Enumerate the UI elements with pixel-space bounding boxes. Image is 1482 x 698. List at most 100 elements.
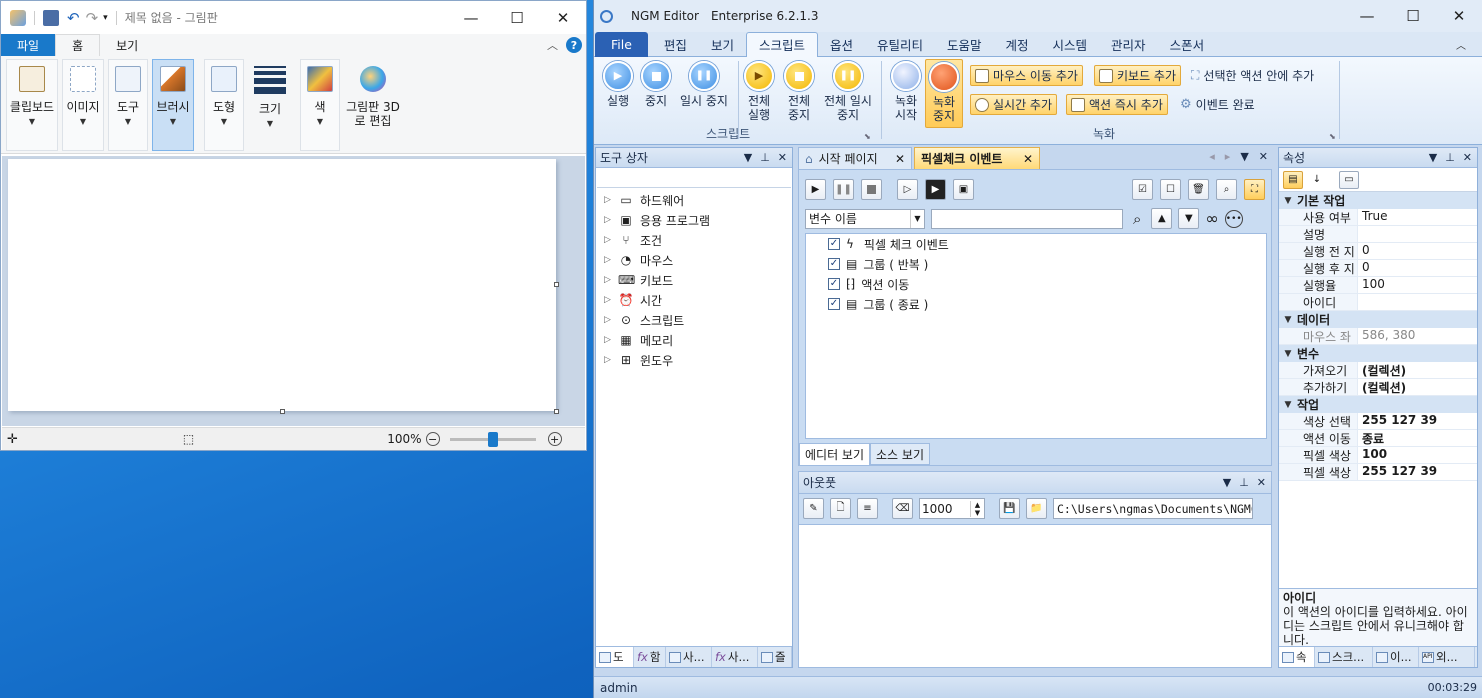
property-pages-icon[interactable]: ▭ [1339, 170, 1359, 189]
sort-alpha-icon[interactable]: ↓ [1307, 171, 1327, 189]
close-icon[interactable]: ✕ [1257, 476, 1266, 489]
more-options-icon[interactable]: ••• [1224, 209, 1243, 228]
property-row[interactable]: 색상 선택 255 127 39 [1279, 413, 1477, 430]
property-row[interactable]: 픽셀 색상 100 [1279, 447, 1477, 464]
toolbox-item-time[interactable]: ▷ ⏰ 시간 [596, 290, 792, 310]
maximize-button[interactable]: ☐ [494, 2, 540, 34]
event-item[interactable]: ✓ ▤ 그룹 ( 종료 ) [806, 294, 1266, 314]
customize-qat-icon[interactable]: ▾ [103, 13, 108, 23]
menu-system[interactable]: 시스템 [1041, 32, 1100, 57]
scroll-left-icon[interactable]: ◂ [1209, 150, 1215, 163]
list-icon[interactable]: ≡ [857, 498, 878, 519]
play-icon[interactable]: ▶ [805, 179, 826, 200]
add-in-selected-button[interactable]: ⛶ 선택한 액션 안에 추가 [1187, 65, 1318, 86]
add-realtime-button[interactable]: 실시간 추가 [970, 94, 1058, 115]
dropdown-icon[interactable]: ▼ [1223, 476, 1231, 489]
property-category[interactable]: ▼ 변수 [1279, 345, 1477, 362]
tab-script-list[interactable]: 스크... [1315, 647, 1373, 667]
menu-sponsor[interactable]: 스폰서 [1158, 32, 1217, 57]
toolbox-item-keyboard[interactable]: ▷ ⌨ 키보드 [596, 270, 792, 290]
property-row[interactable]: 마우스 좌 586, 380 [1279, 328, 1477, 345]
colors-group[interactable]: 색 ▼ [300, 59, 340, 151]
property-row[interactable]: 추가하기 (컬렉션) [1279, 379, 1477, 396]
property-row[interactable]: 실행율 100 [1279, 277, 1477, 294]
resize-handle-bottom[interactable] [280, 409, 285, 414]
close-icon[interactable]: ✕ [778, 151, 787, 164]
pause-all-button[interactable]: ❚❚ 전체 일시 중지 [820, 61, 876, 122]
tab-home[interactable]: 홈 [55, 34, 101, 56]
shapes-group[interactable]: 도형 ▼ [204, 59, 244, 151]
zoom-out-icon[interactable]: − [425, 432, 440, 446]
record-start-button[interactable]: 녹화 시작 [889, 61, 923, 122]
property-row[interactable]: 실행 후 지0 [1279, 260, 1477, 277]
property-category[interactable]: ▼ 데이터 [1279, 311, 1477, 328]
pin-icon[interactable]: ⊥ [1239, 476, 1249, 489]
menu-options[interactable]: 옵션 [818, 32, 865, 57]
tab-favorites[interactable]: 즐 [758, 647, 792, 667]
save-icon[interactable]: 💾 [999, 498, 1020, 519]
tab-properties[interactable]: 속 [1279, 647, 1315, 667]
scroll-right-icon[interactable]: ▸ [1225, 150, 1231, 163]
run-button[interactable]: ▶ 실행 [600, 61, 636, 108]
stop-button[interactable]: 중지 [638, 61, 674, 108]
record-stop-button[interactable]: 녹화 중지 [925, 59, 963, 128]
zoom-slider-thumb[interactable] [487, 431, 498, 447]
pause-icon[interactable]: ❚❚ [833, 179, 854, 200]
close-icon[interactable]: ✕ [1023, 152, 1033, 166]
run-selected-icon[interactable]: ▶ [925, 179, 946, 200]
search-icon[interactable]: ⌕ [1216, 179, 1237, 200]
undo-icon[interactable]: ↶ [67, 9, 80, 27]
move-down-icon[interactable]: ▼ [1178, 208, 1200, 229]
add-action-now-button[interactable]: 액션 즉시 추가 [1066, 94, 1168, 115]
menu-view[interactable]: 보기 [699, 32, 746, 57]
new-file-icon[interactable]: 🗋 [830, 498, 851, 519]
property-row[interactable]: 픽셀 색상 255 127 39 [1279, 464, 1477, 481]
drawing-canvas[interactable] [8, 159, 556, 411]
toolbox-search[interactable] [597, 168, 791, 188]
uncheck-icon[interactable]: ☐ [1160, 179, 1181, 200]
step-icon[interactable]: ▷ [897, 179, 918, 200]
stop-icon[interactable] [861, 179, 882, 200]
menu-help[interactable]: 도움말 [935, 32, 994, 57]
output-path-field[interactable]: C:\Users\ngmas\Documents\NGM6\ [1053, 498, 1253, 519]
tab-api[interactable]: API 외... [1419, 647, 1475, 667]
ngm-maximize-button[interactable]: ☐ [1390, 0, 1436, 32]
variable-select[interactable]: 변수 이름 ▼ [805, 208, 925, 229]
zoom-in-icon[interactable]: + [547, 432, 562, 446]
image-group[interactable]: 이미지 ▼ [62, 59, 104, 151]
dropdown-icon[interactable]: ▼ [744, 151, 752, 164]
delete-icon[interactable]: 🗑 [1188, 179, 1209, 200]
variable-value-input[interactable] [931, 208, 1123, 229]
tab-user-1[interactable]: 사... [666, 647, 712, 667]
output-count-input[interactable]: 1000 ▲ ▼ [919, 498, 985, 519]
property-row[interactable]: 실행 전 지0 [1279, 243, 1477, 260]
run-from-icon[interactable]: ▣ [953, 179, 974, 200]
toolbox-item-hardware[interactable]: ▷ ▭ 하드웨어 [596, 190, 792, 210]
stop-all-button[interactable]: 전체 중지 [782, 61, 816, 122]
pin-icon[interactable]: ⊥ [1445, 151, 1455, 164]
property-row[interactable]: 아이디 [1279, 294, 1477, 311]
property-row[interactable]: 가져오기 (컬렉션) [1279, 362, 1477, 379]
tab-functions[interactable]: fx 함 [634, 647, 666, 667]
event-item[interactable]: ✓ ▤ 그룹 ( 반복 ) [806, 254, 1266, 274]
minimize-button[interactable]: — [448, 2, 494, 34]
brushes-group[interactable]: 브러시 ▼ [152, 59, 194, 151]
eraser-icon[interactable]: ⌫ [892, 498, 913, 519]
paint3d-group[interactable]: 그림판 3D로 편집 [344, 59, 402, 151]
property-category[interactable]: ▼ 작업 [1279, 396, 1477, 413]
tree-view-icon[interactable]: ⛶ [1244, 179, 1265, 200]
size-group[interactable]: 크기 ▼ [248, 59, 292, 151]
tab-toolbox[interactable]: 도 [596, 647, 634, 667]
redo-icon[interactable]: ↷ [86, 9, 99, 27]
menu-edit[interactable]: 편집 [652, 32, 699, 57]
menu-file[interactable]: File [595, 31, 648, 57]
tab-view[interactable]: 보기 [100, 34, 154, 56]
debug-icon[interactable]: ✎ [803, 498, 824, 519]
pin-icon[interactable]: ⊥ [760, 151, 770, 164]
resize-handle-right[interactable] [554, 282, 559, 287]
zoom-slider[interactable] [449, 431, 536, 447]
close-icon[interactable]: ✕ [895, 152, 905, 166]
property-row[interactable]: 액션 이동 종료 [1279, 430, 1477, 447]
property-row[interactable]: 설명 [1279, 226, 1477, 243]
categorized-icon[interactable]: ▤ [1283, 170, 1303, 189]
